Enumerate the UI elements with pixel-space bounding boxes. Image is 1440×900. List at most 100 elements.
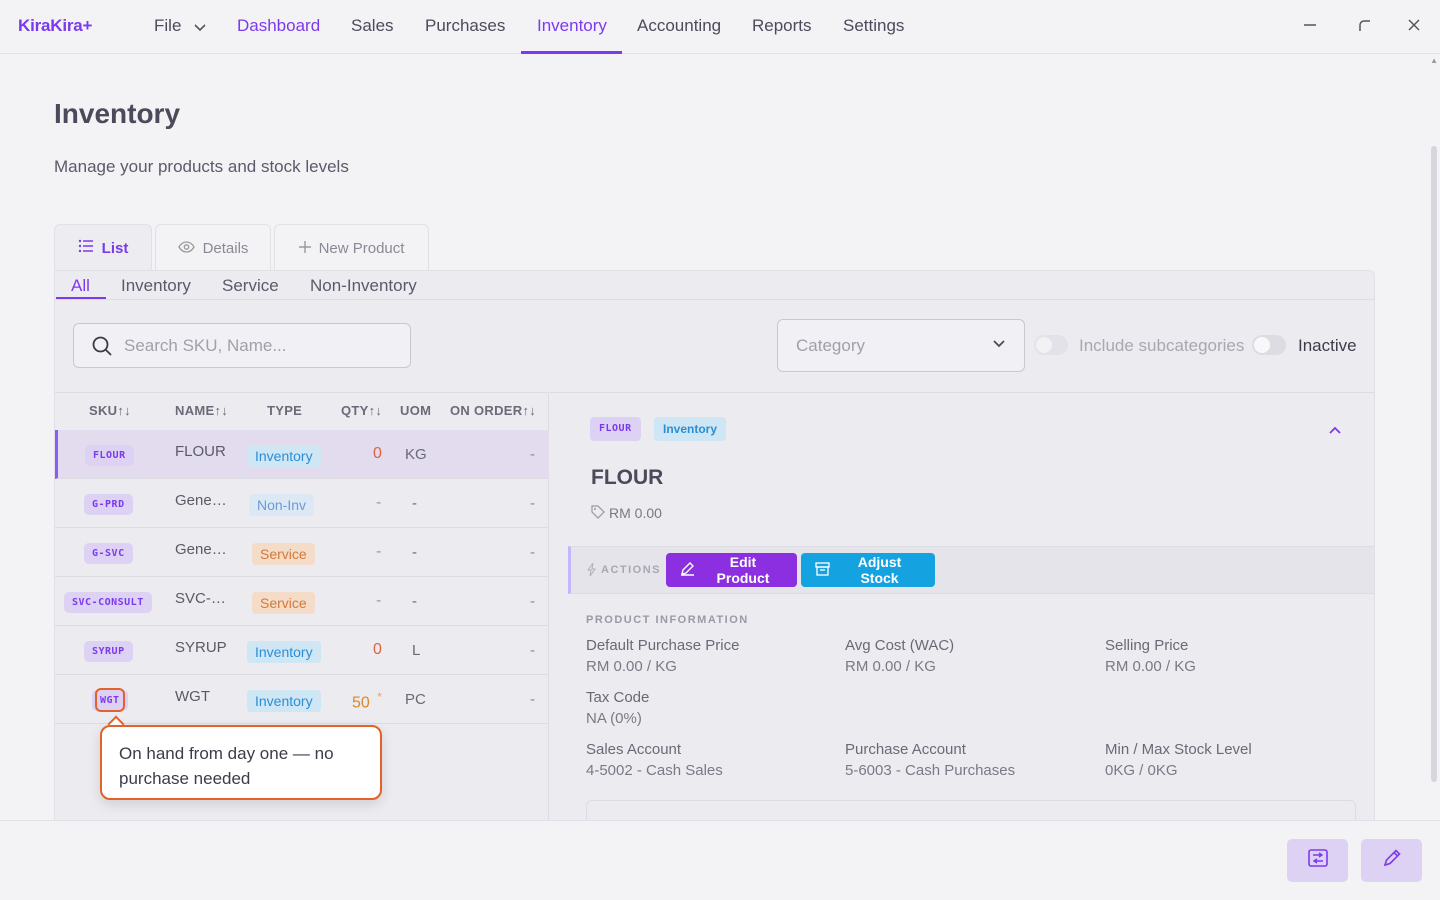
detail-title: FLOUR: [591, 466, 664, 489]
type-badge: Service: [252, 592, 315, 614]
search-box[interactable]: [73, 323, 411, 368]
product-name: Gene…: [175, 541, 227, 558]
compare-view-button[interactable]: [1287, 839, 1348, 882]
uom-value: L: [412, 642, 421, 659]
product-information-heading: PRODUCT INFORMATION: [586, 614, 749, 626]
qty-value: -: [376, 592, 382, 609]
subtab-service[interactable]: Service: [222, 276, 279, 296]
box-icon: [815, 561, 830, 579]
edit-product-label: Edit Product: [716, 554, 770, 586]
file-menu[interactable]: File: [154, 16, 206, 37]
on-order-value: -: [530, 691, 535, 708]
product-name: FLOUR: [175, 443, 226, 460]
detail-sku-badge: FLOUR: [590, 417, 641, 441]
quick-edit-button[interactable]: [1361, 839, 1422, 882]
close-icon[interactable]: [1402, 14, 1426, 38]
tab-new-product[interactable]: New Product: [274, 224, 429, 271]
uom-value: PC: [405, 691, 426, 708]
uom-value: -: [412, 593, 417, 610]
default-purchase-price-value: RM 0.00 / KG: [586, 658, 677, 675]
adjust-stock-button[interactable]: Adjust Stock: [801, 553, 935, 587]
selling-price-label: Selling Price: [1105, 637, 1189, 654]
nav-dashboard[interactable]: Dashboard: [237, 16, 320, 36]
restore-icon[interactable]: [1352, 14, 1376, 38]
header-uom: UOM: [400, 403, 432, 418]
product-name: Gene…: [175, 492, 227, 509]
purchase-account-value: 5-6003 - Cash Purchases: [845, 762, 1016, 779]
page-title: Inventory: [54, 98, 181, 129]
selling-price-value: RM 0.00 / KG: [1105, 658, 1196, 675]
detail-price: RM 0.00: [609, 505, 662, 521]
top-nav: KiraKira+ File Dashboard Sales Purchases…: [0, 0, 1440, 54]
callout-text: On hand from day one — no purchase neede…: [119, 744, 334, 788]
search-icon: [92, 336, 112, 356]
nav-inventory[interactable]: Inventory: [537, 16, 607, 36]
minimize-icon[interactable]: [1298, 14, 1322, 38]
type-badge: Inventory: [247, 641, 321, 663]
search-input[interactable]: [124, 334, 394, 358]
tab-list[interactable]: List: [54, 224, 152, 271]
table-row[interactable]: SVC-CONSULT SVC-… Service - - -: [55, 577, 549, 626]
inactive-label: Inactive: [1298, 336, 1357, 355]
table-row[interactable]: G-PRD Gene… Non-Inv - - -: [55, 479, 549, 528]
nav-settings[interactable]: Settings: [843, 16, 904, 36]
price-tag-icon: [591, 505, 605, 524]
scrollbar-thumb[interactable]: [1431, 146, 1437, 782]
page-scrollbar[interactable]: [1428, 54, 1440, 820]
pencil-icon: [1383, 849, 1401, 872]
detail-type-badge: Inventory: [654, 417, 727, 441]
on-order-value: -: [530, 593, 535, 610]
header-name[interactable]: NAME↑↓: [175, 403, 228, 418]
pencil-icon: [680, 561, 695, 579]
bottom-bar: [0, 820, 1440, 900]
subtab-non-inventory[interactable]: Non-Inventory: [310, 276, 417, 296]
header-qty[interactable]: QTY↑↓: [341, 403, 382, 418]
chevron-down-icon: [992, 336, 1006, 354]
table-row[interactable]: FLOUR FLOUR Inventory 0 KG -: [55, 430, 549, 479]
adjust-stock-label: Adjust Stock: [857, 554, 902, 586]
subtab-divider: [55, 299, 1374, 300]
qty-value: -: [376, 543, 382, 560]
actions-label: ACTIONS: [601, 564, 661, 576]
chevron-up-icon[interactable]: [1328, 422, 1342, 438]
include-subcategories-toggle[interactable]: [1034, 335, 1068, 355]
tax-code-value: NA (0%): [586, 710, 642, 727]
table-row[interactable]: WGT WGT Inventory 50 * PC -: [55, 675, 549, 724]
subtab-all[interactable]: All: [71, 276, 90, 296]
active-nav-indicator: [521, 51, 622, 54]
on-order-value: -: [530, 544, 535, 561]
sku-badge: SYRUP: [84, 641, 133, 662]
nav-accounting[interactable]: Accounting: [637, 16, 721, 36]
category-select[interactable]: Category: [777, 319, 1025, 372]
inactive-toggle[interactable]: [1252, 335, 1286, 355]
edit-product-button[interactable]: Edit Product: [666, 553, 797, 587]
header-type: TYPE: [267, 403, 303, 418]
table-row[interactable]: G-SVC Gene… Service - - -: [55, 528, 549, 577]
active-subtab-indicator: [56, 297, 106, 299]
tab-details[interactable]: Details: [155, 224, 271, 271]
sales-account-label: Sales Account: [586, 741, 682, 758]
scroll-up-icon[interactable]: ▲: [1430, 56, 1438, 65]
tab-details-label: Details: [202, 239, 249, 257]
uom-value: -: [412, 495, 417, 512]
type-badge: Inventory: [247, 690, 321, 712]
type-badge: Service: [252, 543, 315, 565]
default-purchase-price-label: Default Purchase Price: [586, 637, 740, 654]
nav-reports[interactable]: Reports: [752, 16, 812, 36]
on-order-value: -: [530, 495, 535, 512]
header-sku[interactable]: SKU↑↓: [89, 403, 131, 418]
header-on-order[interactable]: ON ORDER↑↓: [450, 403, 536, 418]
type-badge: Inventory: [247, 445, 321, 467]
file-menu-label: File: [154, 16, 182, 35]
product-name: SVC-…: [175, 590, 226, 607]
subtab-inventory[interactable]: Inventory: [121, 276, 191, 296]
tutorial-callout: On hand from day one — no purchase neede…: [100, 725, 382, 800]
nav-purchases[interactable]: Purchases: [425, 16, 505, 36]
qty-value: -: [376, 494, 382, 511]
nav-sales[interactable]: Sales: [351, 16, 394, 36]
table-row[interactable]: SYRUP SYRUP Inventory 0 L -: [55, 626, 549, 675]
tab-list-label: List: [101, 239, 129, 257]
uom-value: -: [412, 544, 417, 561]
qty-value: 50 *: [352, 690, 382, 712]
sku-badge: G-SVC: [84, 543, 133, 564]
